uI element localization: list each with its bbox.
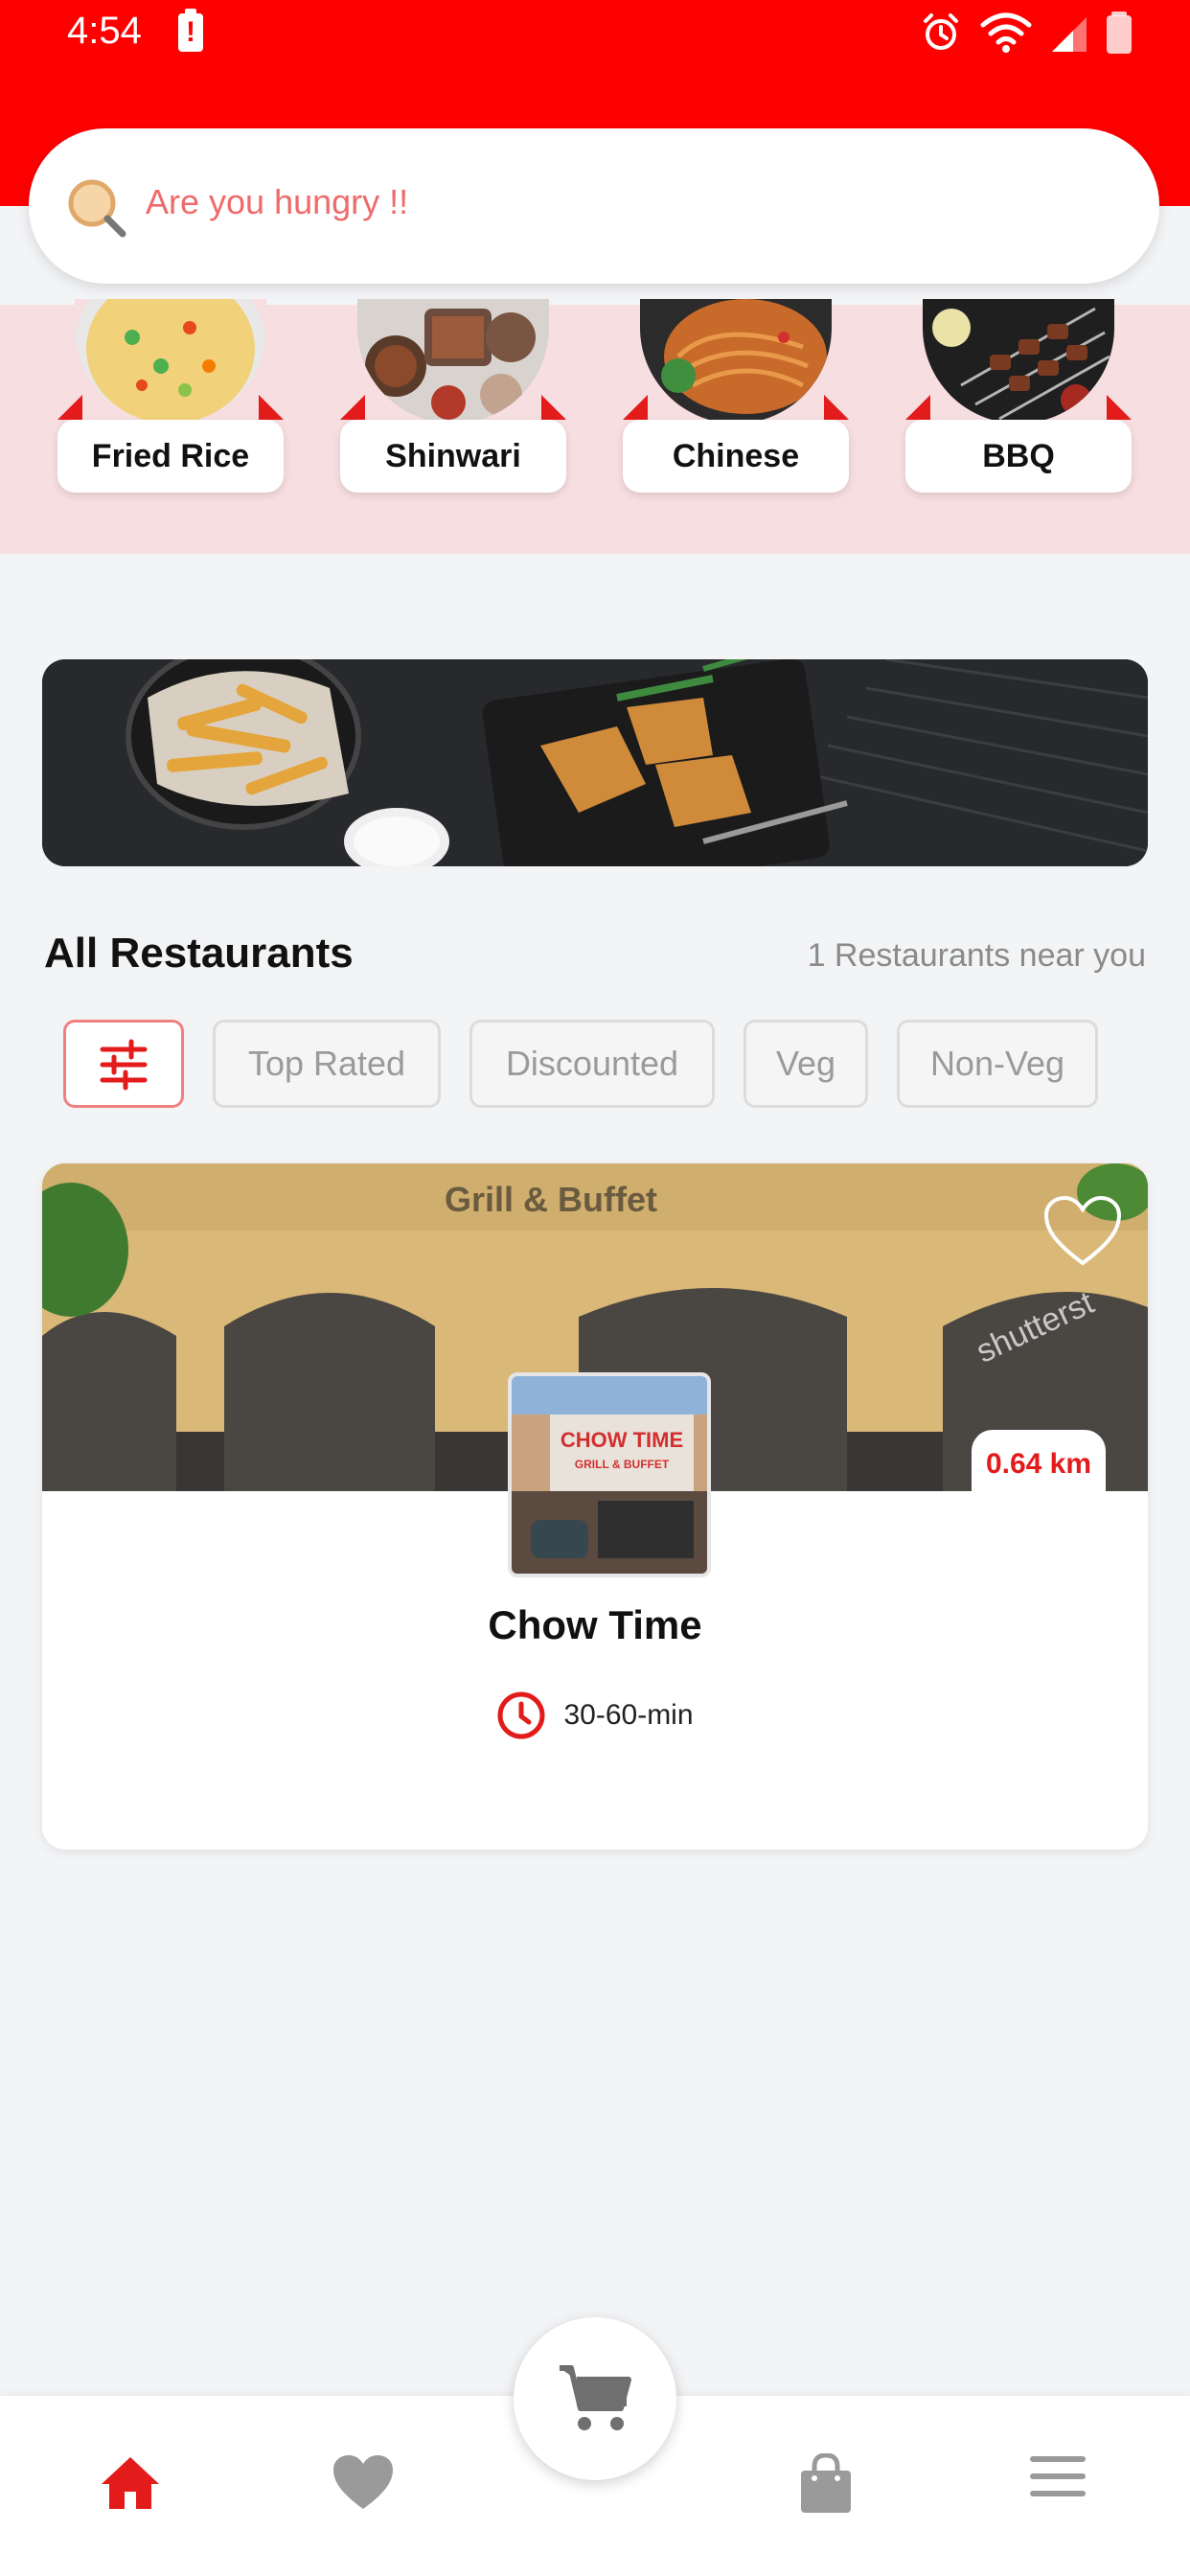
category-chinese[interactable]: Chinese — [623, 299, 849, 496]
filter-non-veg[interactable]: Non-Veg — [897, 1020, 1098, 1108]
distance-badge: 0.64 km — [972, 1430, 1106, 1499]
search-input[interactable]: Are you hungry !! — [146, 182, 408, 222]
svg-text:Grill & Buffet: Grill & Buffet — [445, 1180, 657, 1219]
bbq-skewers-image — [923, 299, 1114, 424]
alarm-icon — [924, 13, 958, 50]
restaurant-card[interactable]: Grill & Buffet shutterst 0.64 km CHOW TI… — [42, 1163, 1148, 1850]
category-label: Shinwari — [340, 420, 566, 493]
shopping-bag-icon[interactable] — [799, 2453, 853, 2515]
delivery-time: 30-60-min — [42, 1690, 1148, 1740]
battery-alert-icon: ! — [178, 9, 203, 52]
wifi-icon — [980, 12, 1032, 53]
restaurant-name: Chow Time — [488, 1602, 702, 1647]
category-shinwari[interactable]: Shinwari — [340, 299, 566, 496]
filter-top-rated[interactable]: Top Rated — [213, 1020, 441, 1108]
signal-icon — [1052, 17, 1087, 52]
svg-text:GRILL & BUFFET: GRILL & BUFFET — [575, 1458, 670, 1471]
status-icons — [920, 12, 1133, 54]
fried-rice-image — [75, 299, 266, 424]
promo-banner[interactable] — [42, 659, 1148, 866]
chinese-noodles-image — [640, 299, 832, 424]
search-bar[interactable]: Are you hungry !! — [29, 128, 1159, 284]
restaurants-count: 1 Restaurants near you — [807, 937, 1146, 974]
cart-icon — [560, 2365, 631, 2430]
favorite-heart-icon[interactable] — [1044, 1196, 1121, 1267]
eta-text: 30-60-min — [563, 1699, 694, 1731]
svg-text:CHOW TIME: CHOW TIME — [561, 1428, 683, 1452]
battery-icon — [1107, 12, 1132, 54]
favorites-heart-icon[interactable] — [332, 2453, 395, 2511]
status-time: 4:54 — [67, 10, 142, 52]
restaurant-logo: CHOW TIME GRILL & BUFFET — [508, 1372, 711, 1577]
category-label: BBQ — [905, 420, 1132, 493]
clock-icon — [497, 1691, 545, 1739]
category-fried-rice[interactable]: Fried Rice — [57, 299, 284, 496]
category-label: Fried Rice — [57, 420, 284, 493]
filter-discounted[interactable]: Discounted — [469, 1020, 715, 1108]
menu-icon[interactable] — [1029, 2453, 1087, 2499]
filter-settings-button[interactable] — [63, 1020, 184, 1108]
section-title: All Restaurants — [44, 930, 354, 977]
cart-button[interactable] — [514, 2317, 676, 2480]
search-icon — [68, 179, 126, 238]
home-icon[interactable] — [100, 2453, 161, 2511]
filter-veg[interactable]: Veg — [744, 1020, 868, 1108]
category-label: Chinese — [623, 420, 849, 493]
category-bbq[interactable]: BBQ — [905, 299, 1132, 496]
shinwari-image — [357, 299, 549, 424]
sliders-icon — [100, 1039, 148, 1091]
